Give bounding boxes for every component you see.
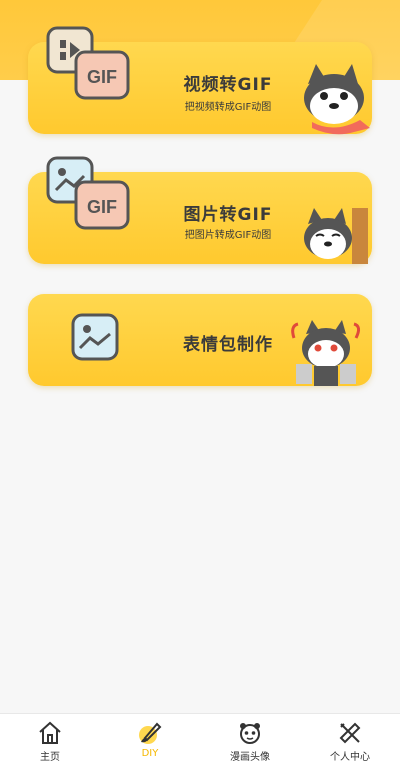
tab-label: 主页: [40, 752, 60, 763]
tab-profile[interactable]: 个人中心: [300, 714, 400, 769]
sticker-maker-card[interactable]: 表情包制作: [28, 294, 372, 386]
husky-angry-mascot: [291, 320, 361, 386]
home-icon: [39, 721, 61, 744]
husky-door-mascot: [304, 208, 368, 264]
tab-label: 漫画头像: [230, 752, 270, 763]
gif-badge: GIF: [87, 67, 117, 87]
gif-badge: GIF: [87, 197, 117, 217]
video-to-gif-icon: [46, 26, 130, 100]
video-to-gif-card[interactable]: GIF 视频转GIF 把视频转成GIF动图: [28, 26, 372, 135]
tab-label: 个人中心: [330, 752, 370, 763]
card-subtitle: 把图片转成GIF动图: [184, 230, 272, 241]
tab-home[interactable]: 主页: [0, 714, 100, 769]
image-to-gif-card[interactable]: GIF 图片转GIF 把图片转成GIF动图: [28, 156, 372, 264]
tab-label: DIY: [141, 748, 159, 759]
tab-comic-avatar[interactable]: 漫画头像: [200, 714, 300, 769]
husky-scarf-mascot: [304, 64, 370, 135]
card-title: 表情包制作: [183, 335, 273, 355]
card-title: 视频转GIF: [183, 75, 273, 95]
card-subtitle: 把视频转成GIF动图: [184, 102, 272, 113]
bottom-tab-bar: 主页 DIY 漫画头像 个人中心: [0, 713, 400, 769]
image-to-gif-icon: [46, 156, 130, 230]
ruler-pencil-icon: [339, 722, 361, 744]
brush-icon: [139, 722, 162, 744]
tab-diy[interactable]: DIY: [100, 714, 200, 769]
image-icon: [71, 313, 119, 361]
card-title: 图片转GIF: [183, 205, 273, 225]
panda-avatar-icon: [240, 723, 260, 744]
